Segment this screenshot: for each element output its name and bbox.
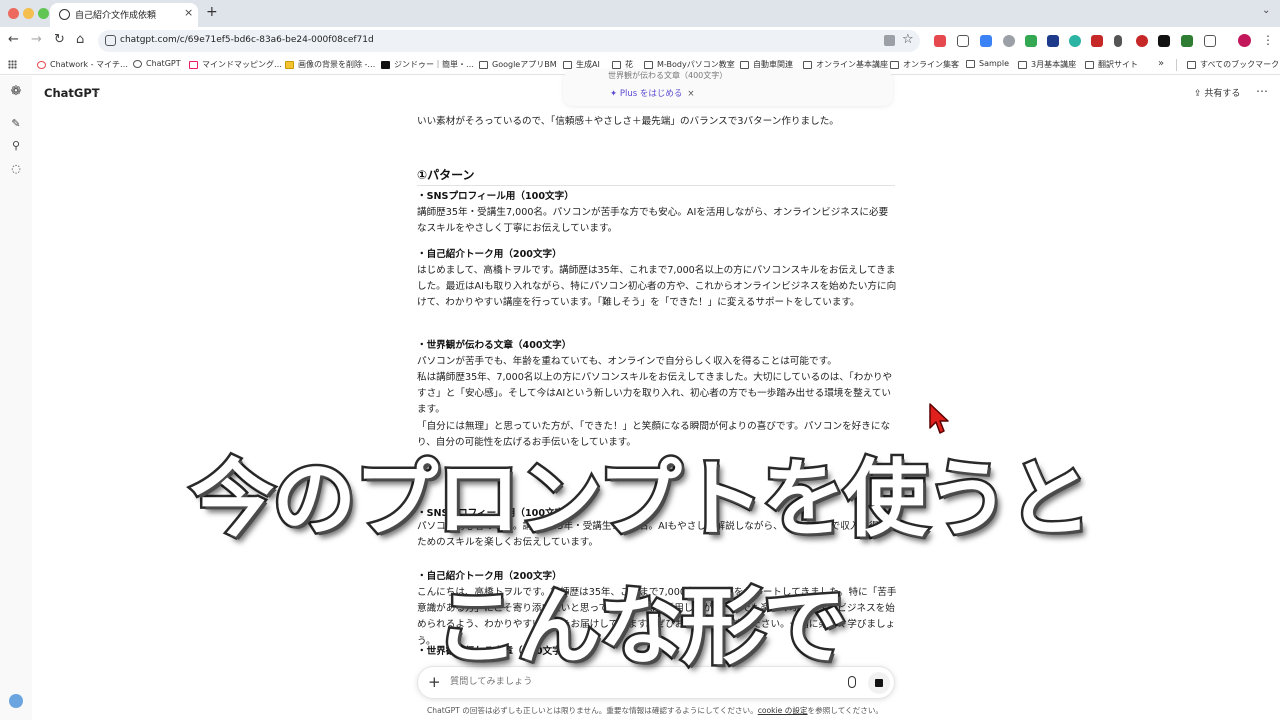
jimdo-icon <box>381 60 390 69</box>
extensions-puzzle-icon[interactable] <box>1204 35 1216 47</box>
remove-bg-icon <box>285 60 294 69</box>
share-icon: ⇪ <box>1194 89 1205 99</box>
new-tab-button[interactable]: + <box>206 4 218 20</box>
bookmark-item[interactable]: マインドマッピング… <box>189 59 282 70</box>
tab-title: 自己紹介文作成依頼 <box>75 11 157 21</box>
bookmark-item[interactable]: Chatwork - マイチ… <box>37 59 128 70</box>
bookmark-folder[interactable]: 生成AI <box>563 59 600 70</box>
folder-icon <box>1018 60 1027 69</box>
bookmark-folder[interactable]: GoogleアプリBM <box>479 59 557 70</box>
bookmark-folder[interactable]: 翻訳サイト <box>1085 59 1138 70</box>
all-bookmarks-folder[interactable]: すべてのブックマーク <box>1187 59 1279 70</box>
site-info-icon[interactable] <box>105 35 116 46</box>
folder-icon <box>890 60 899 69</box>
caption-line-2: こんな形で <box>432 576 849 679</box>
chatwork-icon <box>37 60 46 69</box>
bookmark-folder[interactable]: 花 <box>612 59 633 70</box>
bookmark-folder[interactable]: オンライン基本講座 <box>803 59 888 70</box>
folder-icon <box>966 59 975 68</box>
model-selector[interactable]: ChatGPT <box>44 86 100 100</box>
browser-tab-strip: 自己紹介文作成依頼 × + ⌄ <box>0 0 1280 27</box>
folder-icon <box>803 60 812 69</box>
section-body: 講師歴35年・受講生7,000名。パソコンが苦手な方でも安心。AIを活用しながら… <box>417 207 889 235</box>
openai-logo-icon[interactable]: ❁ <box>10 85 22 98</box>
forward-arrow-icon[interactable]: → <box>31 33 42 47</box>
promo-faded-text: 世界観が伝わる文章（400文字） <box>608 71 728 80</box>
address-bar[interactable]: chatgpt.com/c/69e71ef5-bd6c-83a6-be24-00… <box>98 30 920 52</box>
upgrade-promo: 世界観が伝わる文章（400文字） ✦ Plus をはじめる × <box>563 70 893 106</box>
folder-icon <box>563 60 572 69</box>
profile-avatar[interactable] <box>1238 34 1251 47</box>
extension-icon-1[interactable] <box>934 35 946 47</box>
browser-menu-icon[interactable]: ⋮ <box>1262 33 1274 47</box>
search-icon[interactable]: ⚲ <box>10 140 22 152</box>
window-maximize-button[interactable] <box>38 8 49 19</box>
section-body: 私は講師歴35年、7,000名以上の方にパソコンスキルをお伝えしてきました。大切… <box>417 372 893 416</box>
folder-icon <box>1187 60 1196 69</box>
url-text[interactable]: chatgpt.com/c/69e71ef5-bd6c-83a6-be24-00… <box>120 35 374 45</box>
reload-icon[interactable]: ↻ <box>54 33 65 47</box>
section-title: ・自己紹介トーク用（200文字） <box>417 249 562 260</box>
chatgpt-favicon-icon <box>59 9 70 20</box>
microphone-extension-icon[interactable] <box>1114 35 1122 47</box>
chevron-down-icon[interactable]: ⌄ <box>93 87 100 96</box>
section-divider <box>417 185 895 186</box>
section-title: ・SNSプロフィール用（100文字） <box>417 191 574 202</box>
window-minimize-button[interactable] <box>23 8 34 19</box>
tab-close-icon[interactable]: × <box>184 6 193 19</box>
bookmark-star-icon[interactable]: ☆ <box>902 32 914 47</box>
extension-icon-3[interactable] <box>980 35 992 47</box>
folder-icon <box>1085 60 1094 69</box>
share-button[interactable]: ⇪ 共有する <box>1194 86 1240 99</box>
more-options-icon[interactable]: ⋯ <box>1256 84 1268 98</box>
bookmark-folder[interactable]: M-Bodyパソコン教室 <box>644 59 735 70</box>
section-title: ・世界観が伝わる文章（400文字） <box>417 340 572 351</box>
disclaimer: ChatGPT の回答は必ずしも正しいとは限りません。重要な情報は確認するように… <box>426 706 884 715</box>
start-plus-button[interactable]: ✦ Plus をはじめる × <box>610 87 694 99</box>
mouse-cursor-icon <box>929 403 949 434</box>
bookmark-folder[interactable]: 自動車関連 <box>740 59 793 70</box>
window-close-button[interactable] <box>8 8 19 19</box>
caption-line-1: 今のプロンプトを使うと <box>188 448 1094 551</box>
back-arrow-icon[interactable]: ← <box>8 33 19 47</box>
extension-icon-5[interactable] <box>1025 35 1037 47</box>
apps-grid-icon[interactable] <box>8 60 17 69</box>
bookmark-item[interactable]: ジンドゥー｜簡単・… <box>381 59 474 70</box>
extension-icon-12[interactable] <box>1181 35 1193 47</box>
bookmark-item[interactable]: ChatGPT <box>133 59 181 68</box>
folder-icon <box>612 60 621 69</box>
browser-tab[interactable]: 自己紹介文作成依頼 × <box>50 3 198 27</box>
pattern-heading: ①パターン <box>417 168 475 182</box>
notion-extension-icon[interactable] <box>1158 35 1170 47</box>
chatgpt-icon <box>133 59 142 68</box>
message-intro: いい素材がそろっているので、「信頼感＋やさしさ＋最先端」のバランスで3パターン作… <box>417 116 839 127</box>
folder-icon <box>479 60 488 69</box>
folder-icon <box>740 60 749 69</box>
extension-icon-10[interactable] <box>1136 35 1148 47</box>
chat-bubble-icon[interactable]: ◌ <box>10 163 22 175</box>
bookmark-item[interactable]: 画像の背景を削除 -… <box>285 59 375 70</box>
section-body: パソコンが苦手でも、年齢を重ねていても、オンラインで自分らしく収入を得ることは可… <box>417 356 837 367</box>
video-extension-icon[interactable] <box>1091 35 1103 47</box>
sparkle-icon: ✦ <box>610 89 620 99</box>
bookmarks-divider <box>1176 59 1177 71</box>
home-icon[interactable]: ⌂ <box>76 33 84 47</box>
close-icon[interactable]: × <box>687 89 694 99</box>
bookmark-folder[interactable]: 3月基本講座 <box>1018 59 1076 70</box>
bookmarks-overflow-chevron-icon[interactable]: » <box>1158 58 1164 69</box>
page-tools-icon[interactable] <box>884 35 895 46</box>
extension-icon-2[interactable] <box>957 35 969 47</box>
browser-toolbar: ← → ↻ ⌂ chatgpt.com/c/69e71ef5-bd6c-83a6… <box>0 27 1280 55</box>
bookmark-folder[interactable]: オンライン集客 <box>890 59 959 70</box>
section-body: はじめまして、高橋トヲルです。講師歴は35年、これまで7,000名以上の方にパソ… <box>417 265 897 309</box>
extension-icon-6[interactable] <box>1047 35 1059 47</box>
tab-search-chevron-icon[interactable]: ⌄ <box>1262 5 1270 16</box>
folder-icon <box>644 60 653 69</box>
mindmap-icon <box>189 60 198 69</box>
new-chat-icon[interactable]: ✎ <box>10 118 22 130</box>
extension-icon-7[interactable] <box>1069 35 1081 47</box>
bookmark-folder[interactable]: Sample <box>966 59 1009 68</box>
cookie-settings-link[interactable]: cookie の設定 <box>758 706 808 715</box>
camera-extension-icon[interactable] <box>1003 35 1015 47</box>
